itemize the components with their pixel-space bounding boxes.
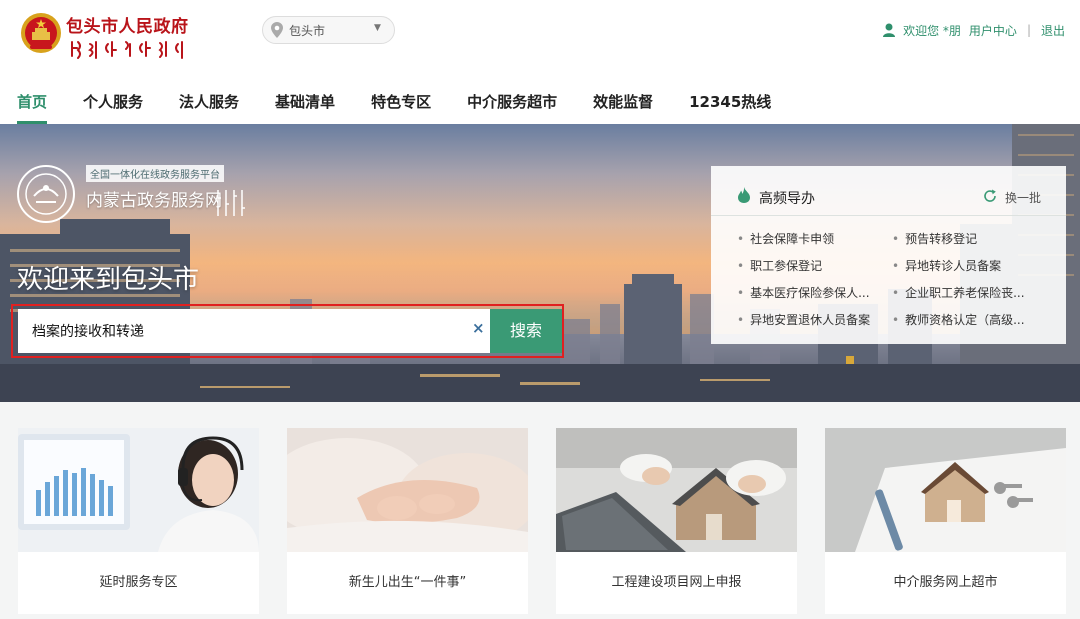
high-frequency-header: 高频导办 换一批: [711, 166, 1066, 216]
card-label: 新生儿出生“一件事”: [348, 575, 467, 590]
welcome-heading: 欢迎来到包头市: [17, 265, 200, 295]
construction-planning-photo: [556, 428, 797, 552]
list-item[interactable]: 企业职工养老保险丧...: [892, 284, 1024, 301]
card-label: 工程建设项目网上申报: [611, 575, 742, 590]
list-item[interactable]: 预告转移登记: [892, 230, 977, 247]
national-emblem-icon: [21, 13, 61, 53]
location-value: 包头市: [289, 24, 326, 38]
list-item[interactable]: 异地转诊人员备案: [892, 257, 1001, 274]
location-pin-icon: [271, 22, 283, 38]
list-item[interactable]: 基本医疗保险参保人...: [737, 284, 869, 301]
user-icon: [883, 23, 896, 37]
nav-item-home[interactable]: 首页: [17, 88, 48, 124]
nav-item-corporate-services[interactable]: 法人服务: [179, 88, 239, 124]
platform-seal-icon: [17, 165, 75, 223]
site-title: 包头市人民政府: [66, 17, 189, 37]
platform-brand[interactable]: 全国一体化在线政务服务平台 内蒙古政务服务网: [16, 164, 246, 224]
high-frequency-panel: 高频导办 换一批 社会保障卡申领 预告转移登记 职工参保登记 异地转诊人员备案 …: [711, 166, 1066, 344]
service-card-extended-hours[interactable]: 延时服务专区: [18, 428, 259, 614]
chevron-down-icon: ▼: [374, 23, 381, 33]
card-label: 延时服务专区: [99, 575, 178, 590]
search-input[interactable]: [18, 309, 490, 353]
nav-item-featured-zone[interactable]: 特色专区: [371, 88, 431, 124]
platform-name: 内蒙古政务服务网: [86, 191, 222, 211]
logout-link[interactable]: 退出: [1041, 22, 1065, 39]
list-item[interactable]: 社会保障卡申领: [737, 230, 834, 247]
platform-tagline: 全国一体化在线政务服务平台: [86, 165, 224, 182]
card-image: [556, 428, 797, 552]
card-image: [825, 428, 1066, 552]
user-bar-separator: |: [1026, 23, 1031, 37]
nav-item-basic-lists[interactable]: 基础清单: [275, 88, 335, 124]
search-button[interactable]: 搜索: [490, 309, 562, 353]
site-logo[interactable]: 包头市人民政府: [20, 10, 200, 60]
nav-item-efficiency-supervision[interactable]: 效能监督: [593, 88, 653, 124]
mongolian-script-logo: [71, 41, 183, 59]
nav-item-personal-services[interactable]: 个人服务: [83, 88, 143, 124]
site-header: 包头市人民政府 包头市 ▼ 欢迎您 *朋 用户中心 | 退出 首页 个人服务 法…: [0, 0, 1080, 124]
service-card-construction-project[interactable]: 工程建设项目网上申报: [556, 428, 797, 614]
high-frequency-title: 高频导办: [759, 191, 815, 207]
flame-icon: [738, 187, 750, 203]
hero-banner: 全国一体化在线政务服务平台 内蒙古政务服务网 欢迎来到包头市 × 搜索 高频导办…: [0, 124, 1080, 402]
card-image: [18, 428, 259, 552]
user-bar: 欢迎您 *朋 用户中心 | 退出: [883, 20, 1065, 40]
welcome-user-text: 欢迎您 *朋: [903, 23, 961, 38]
nav-item-agency-market[interactable]: 中介服务超市: [467, 88, 557, 124]
card-label: 中介服务网上超市: [893, 575, 998, 590]
list-item[interactable]: 职工参保登记: [737, 257, 822, 274]
search-box: × 搜索: [11, 304, 564, 358]
nav-item-hotline[interactable]: 12345热线: [689, 88, 771, 124]
card-image: [287, 428, 528, 552]
clear-search-icon[interactable]: ×: [472, 319, 485, 337]
refresh-batch-button[interactable]: 换一批: [1005, 189, 1041, 206]
newborn-photo: [287, 428, 528, 552]
customer-service-photo: [18, 428, 259, 552]
house-model-photo: [825, 428, 1066, 552]
main-nav: 首页 个人服务 法人服务 基础清单 特色专区 中介服务超市 效能监督 12345…: [17, 88, 807, 124]
service-card-agency-market[interactable]: 中介服务网上超市: [825, 428, 1066, 614]
mongolian-script-decoration: [217, 190, 245, 216]
user-center-link[interactable]: 用户中心: [969, 22, 1017, 39]
service-card-newborn[interactable]: 新生儿出生“一件事”: [287, 428, 528, 614]
list-item[interactable]: 教师资格认定（高级...: [892, 311, 1024, 328]
location-selector[interactable]: 包头市 ▼: [262, 16, 395, 44]
list-item[interactable]: 异地安置退休人员备案: [737, 311, 870, 328]
refresh-icon[interactable]: [983, 189, 997, 203]
